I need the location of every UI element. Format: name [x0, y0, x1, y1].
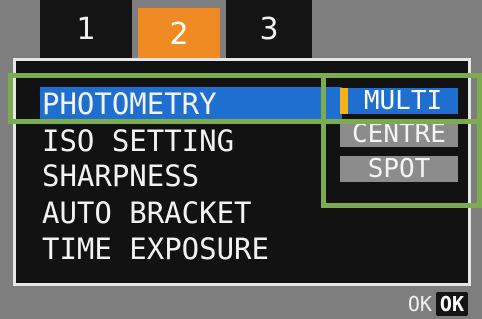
tab-3[interactable]: 3	[226, 0, 312, 58]
tab-1[interactable]: 1	[40, 0, 132, 58]
ok-button[interactable]: OK	[435, 292, 468, 316]
menu-item-photometry[interactable]: PHOTOMETRY	[40, 87, 342, 121]
ok-label: OK	[407, 292, 432, 316]
option-centre[interactable]: CENTRE	[340, 121, 458, 147]
option-multi[interactable]: MULTI	[340, 88, 458, 114]
menu-item-sharpness[interactable]: SHARPNESS	[42, 159, 199, 193]
option-spot[interactable]: SPOT	[340, 156, 458, 182]
ok-hint: OK OK	[408, 292, 468, 316]
menu-item-auto-bracket[interactable]: AUTO BRACKET	[42, 196, 252, 230]
camera-menu-screen: 1 2 3 PHOTOMETRY ISO SETTING SHARPNESS A…	[0, 0, 482, 319]
menu-item-iso-setting[interactable]: ISO SETTING	[42, 124, 234, 158]
menu-item-time-exposure[interactable]: TIME EXPOSURE	[42, 232, 269, 266]
tab-2[interactable]: 2	[138, 8, 220, 60]
